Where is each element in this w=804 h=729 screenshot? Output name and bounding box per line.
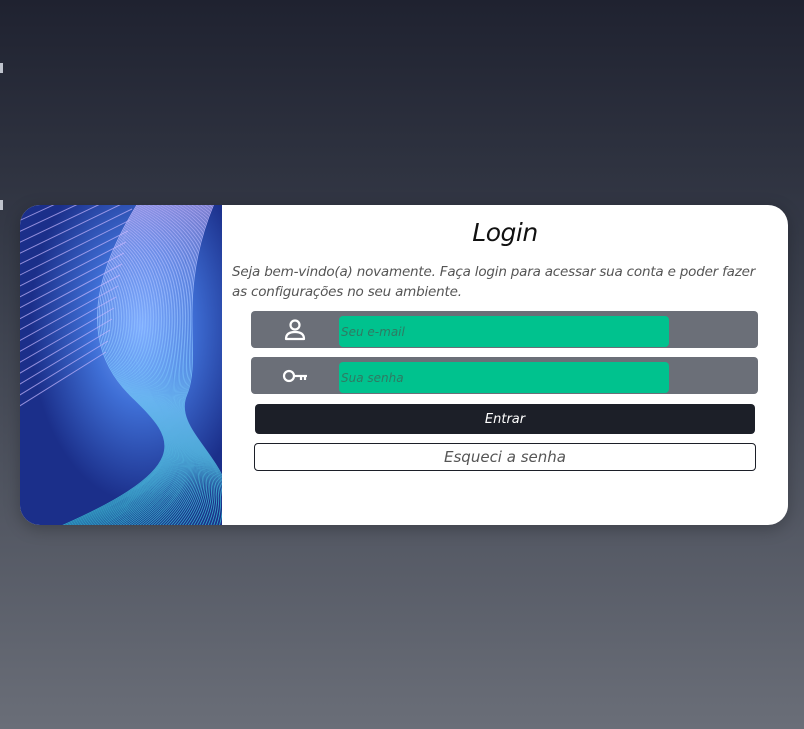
decorative-wave-image bbox=[20, 205, 222, 525]
submit-button[interactable]: Entrar bbox=[255, 404, 755, 434]
login-form: Login Seja bem-vindo(a) novamente. Faça … bbox=[222, 205, 788, 525]
password-field-group bbox=[251, 357, 758, 394]
edge-mark bbox=[0, 63, 3, 73]
welcome-text: Seja bem-vindo(a) novamente. Faça login … bbox=[232, 264, 756, 300]
page-title: Login bbox=[472, 218, 538, 247]
login-card: Login Seja bem-vindo(a) novamente. Faça … bbox=[20, 205, 788, 525]
wave-graphic bbox=[20, 205, 222, 525]
email-input[interactable] bbox=[339, 316, 669, 347]
edge-mark bbox=[0, 200, 3, 210]
forgot-password-button[interactable]: Esqueci a senha bbox=[254, 443, 756, 471]
email-field-group bbox=[251, 311, 758, 348]
key-icon bbox=[281, 364, 309, 388]
user-icon bbox=[281, 318, 309, 342]
password-input[interactable] bbox=[339, 362, 669, 393]
